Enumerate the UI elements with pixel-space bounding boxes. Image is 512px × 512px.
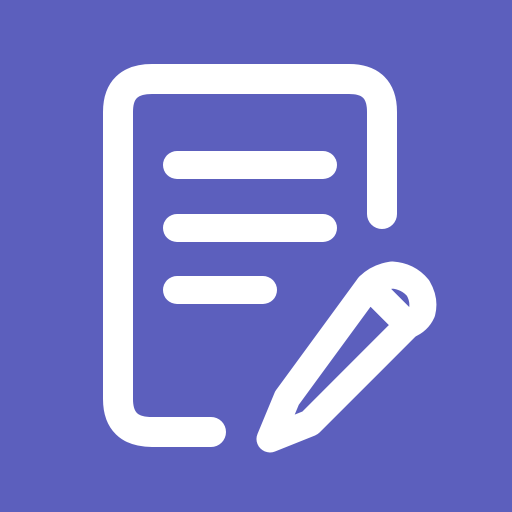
document-edit-icon (0, 0, 512, 512)
document-edit-app-icon (0, 0, 512, 512)
